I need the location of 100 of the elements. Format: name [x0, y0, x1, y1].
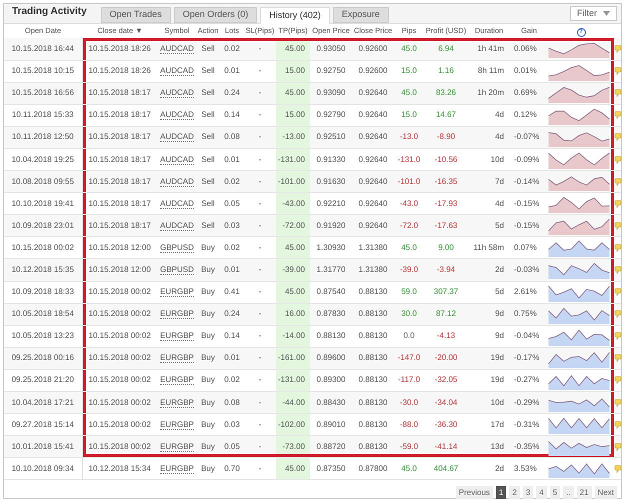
symbol-link[interactable]: EURGBP — [160, 287, 194, 298]
lots-cell: 0.02 — [224, 375, 240, 384]
price-cell: 0.92640 — [358, 132, 388, 142]
lots-cell: 0.02 — [224, 44, 240, 53]
duration-cell: 8h 11m — [478, 66, 504, 76]
date-cell: 10.15.2018 18:17 — [88, 154, 151, 164]
symbol-link[interactable]: EURGBP — [160, 375, 194, 386]
profit-cell: 1.16 — [438, 66, 454, 76]
comment-icon[interactable] — [614, 44, 622, 53]
symbol-link[interactable]: AUDCAD — [160, 176, 194, 187]
comment-icon[interactable] — [614, 442, 622, 451]
page-button[interactable]: 2 — [509, 486, 520, 500]
gain-cell: 0.75% — [514, 309, 537, 318]
date-cell: 10.15.2018 16:56 — [12, 88, 74, 98]
tab[interactable]: History (402) — [260, 7, 330, 24]
filter-dropdown[interactable]: Filter — [570, 6, 617, 21]
comment-icon[interactable] — [614, 156, 622, 164]
action-cell: Buy — [201, 353, 215, 362]
comment-icon[interactable] — [614, 332, 622, 340]
profit-cell: -41.14 — [434, 442, 458, 451]
duration-cell: 10d — [490, 398, 504, 407]
symbol-link[interactable]: AUDCAD — [160, 110, 194, 120]
lots-cell: 0.14 — [224, 331, 240, 340]
comment-icon[interactable] — [614, 464, 622, 473]
comment-icon[interactable] — [614, 89, 622, 98]
tab[interactable]: Open Trades — [100, 7, 171, 23]
sl-cell: - — [258, 88, 262, 98]
tp-cell: 45.00 — [284, 44, 305, 53]
tab[interactable]: Exposure — [332, 7, 389, 23]
comment-icon[interactable] — [614, 310, 622, 318]
comment-icon[interactable] — [614, 398, 622, 407]
symbol-link[interactable]: AUDCAD — [160, 132, 194, 142]
symbol-link[interactable]: GBPUSD — [160, 242, 194, 253]
gain-cell: -0.15% — [514, 198, 540, 208]
symbol-link[interactable]: AUDCAD — [160, 88, 194, 98]
page-button[interactable]: Next — [594, 486, 617, 500]
duration-cell: 1h 41m — [477, 44, 504, 53]
comment-icon[interactable] — [614, 178, 622, 186]
price-cell: 0.91330 — [316, 154, 346, 164]
lots-cell: 0.24 — [224, 88, 240, 98]
symbol-link[interactable]: AUDCAD — [160, 198, 194, 209]
page-button[interactable]: 3 — [522, 486, 534, 500]
action-cell: Buy — [201, 331, 215, 340]
page-button[interactable]: .. — [563, 486, 574, 500]
pips-cell: -117.0 — [398, 375, 420, 384]
duration-cell: 4d — [495, 198, 504, 208]
duration-cell: 2d — [495, 264, 504, 274]
comment-icon[interactable] — [614, 266, 622, 274]
symbol-link[interactable]: AUDCAD — [160, 154, 194, 165]
gain-cell: -0.31% — [514, 420, 540, 429]
symbol-link[interactable]: EURGBP — [160, 398, 194, 408]
gain-cell: -0.03% — [514, 264, 540, 274]
price-cell: 0.88130 — [358, 287, 388, 296]
symbol-link[interactable]: AUDCAD — [160, 66, 194, 76]
comment-icon[interactable] — [614, 111, 622, 120]
symbol-link[interactable]: EURGBP — [160, 464, 194, 474]
gain-cell: 0.06% — [514, 44, 537, 53]
action-cell: Buy — [201, 442, 215, 451]
page-button[interactable]: 5 — [550, 486, 560, 500]
page-button[interactable]: 1 — [496, 486, 506, 500]
tab[interactable]: Open Orders (0) — [174, 7, 258, 23]
page-button[interactable]: 4 — [536, 486, 547, 500]
page-button[interactable]: 21 — [576, 486, 592, 500]
page-button[interactable]: Previous — [456, 486, 493, 500]
tp-cell: 16.00 — [284, 309, 305, 318]
symbol-link[interactable]: EURGBP — [160, 309, 194, 320]
price-cell: 0.92640 — [358, 88, 388, 98]
date-cell: 10.05.2018 18:54 — [12, 309, 74, 318]
gain-cell: 0.07% — [514, 242, 537, 252]
symbol-link[interactable]: EURGBP — [160, 442, 194, 452]
date-cell: 10.15.2018 18:26 — [88, 44, 151, 53]
pips-cell: -39.0 — [400, 264, 418, 274]
sl-cell: - — [258, 132, 262, 142]
comment-icon[interactable] — [614, 244, 622, 252]
price-cell: 1.30930 — [316, 242, 346, 252]
duration-cell: 9d — [495, 309, 504, 318]
symbol-link[interactable]: EURGBP — [160, 331, 194, 342]
price-cell: 0.92640 — [358, 220, 388, 230]
pips-cell: 45.0 — [401, 242, 417, 252]
comment-icon[interactable] — [614, 67, 622, 76]
comment-icon[interactable] — [614, 288, 622, 296]
gain-cell: -0.14% — [514, 176, 540, 186]
pips-cell: -59.0 — [400, 442, 418, 451]
symbol-link[interactable]: EURGBP — [160, 353, 194, 364]
symbol-link[interactable]: EURGBP — [160, 420, 194, 430]
date-cell: 10.15.2018 00:02 — [88, 398, 151, 407]
comment-icon[interactable] — [614, 222, 622, 230]
symbol-link[interactable]: AUDCAD — [160, 220, 194, 231]
comment-icon[interactable] — [614, 133, 622, 142]
symbol-link[interactable]: AUDCAD — [160, 44, 194, 54]
comment-icon[interactable] — [614, 376, 622, 384]
comment-icon[interactable] — [614, 420, 622, 429]
duration-cell: 5d — [495, 287, 504, 296]
profit-cell: -4.13 — [436, 331, 456, 340]
comment-icon[interactable] — [614, 200, 622, 208]
symbol-link[interactable]: GBPUSD — [160, 264, 194, 275]
price-cell: 0.92600 — [358, 44, 388, 53]
lots-cell: 0.08 — [224, 398, 240, 407]
comment-icon[interactable] — [614, 354, 622, 362]
date-cell: 10.15.2018 16:44 — [12, 44, 74, 53]
